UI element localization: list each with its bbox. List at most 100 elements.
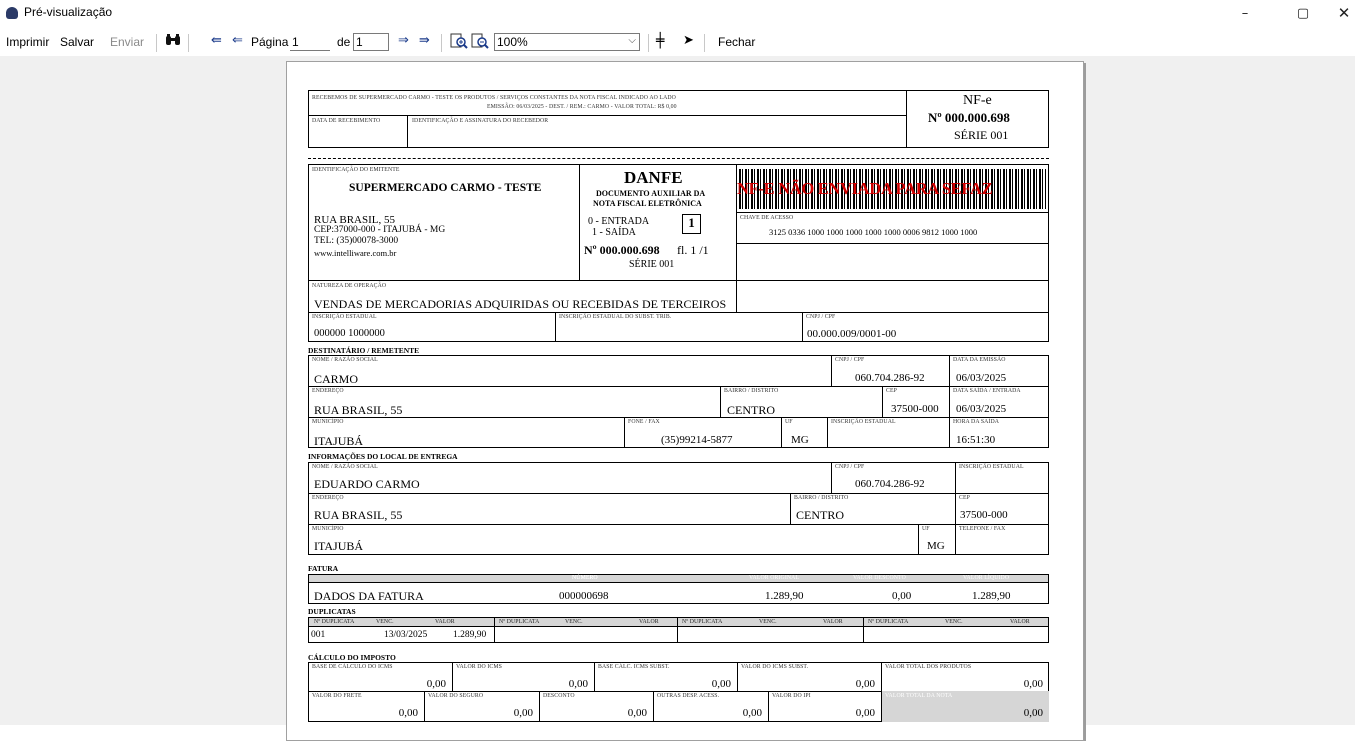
- tax-value: 0,00: [1023, 707, 1043, 719]
- zoom-in-icon[interactable]: [450, 33, 468, 53]
- delivery-address: RUA BRASIL, 55: [314, 508, 403, 522]
- page-label: Página: [251, 35, 289, 49]
- recipient-cep-label: CEP: [886, 388, 897, 394]
- receipt-nfe-number: Nº 000.000.698: [928, 110, 1010, 125]
- delivery-district-label: BAIRRO / DISTRITO: [794, 495, 849, 501]
- tax-label: VALOR DO SEGURO: [428, 693, 484, 699]
- invoice-original: 1.289,90: [765, 590, 804, 602]
- zoom-select[interactable]: 100% ⌵: [494, 33, 640, 51]
- tax-value: 0,00: [1023, 678, 1043, 690]
- ie-subst-label: INSCRIÇÃO ESTADUAL DO SUBST. TRIB.: [559, 314, 672, 320]
- recipient-district: CENTRO: [727, 403, 775, 417]
- recipient-name: CARMO: [314, 372, 359, 386]
- signature-label: IDENTIFICAÇÃO E ASSINATURA DO RECEBEDOR: [412, 118, 549, 124]
- send-button[interactable]: Enviar: [110, 35, 144, 49]
- close-window-button[interactable]: ✕: [1322, 0, 1355, 26]
- delivery-name: EDUARDO CARMO: [314, 477, 420, 491]
- emission-date: 06/03/2025: [956, 372, 1007, 384]
- emitter-cnpj-value: 00.000.009/0001-00: [807, 328, 897, 340]
- invoice-number: 000000698: [559, 590, 609, 602]
- nfe-label: NF-e: [963, 93, 992, 108]
- recipient-section-title: DESTINATÁRIO / REMETENTE: [308, 346, 420, 355]
- tax-value: 0,00: [711, 678, 731, 690]
- window-title: Pré-visualização: [24, 5, 113, 19]
- received-date-label: DATA DE RECEBIMENTO: [312, 118, 381, 124]
- tax-value: 0,00: [426, 678, 446, 690]
- delivery-city: ITAJUBÁ: [314, 539, 364, 553]
- maximize-button[interactable]: ▢: [1281, 0, 1325, 26]
- pointer-icon[interactable]: ➤: [683, 33, 694, 48]
- emitter-cnpj-label: CNPJ / CPF: [806, 314, 836, 320]
- duplicate-due: 13/03/2025: [384, 630, 428, 640]
- barcode-overlay-warning: NF-E NÃO ENVIADA PARA SEFAZ: [737, 179, 993, 198]
- receipt-summary: EMISSÃO: 06/03/2025 - DEST. / REM.: CARM…: [487, 104, 677, 110]
- ie-value: 000000 1000000: [314, 328, 385, 339]
- next-page-icon[interactable]: ⇒: [398, 33, 409, 48]
- exit-time: 16:51:30: [956, 434, 996, 446]
- duplicates-header-label: VALOR: [639, 619, 659, 625]
- move-icon[interactable]: ╪: [656, 33, 664, 49]
- tax-label: VALOR TOTAL DOS PRODUTOS: [885, 664, 972, 670]
- duplicates-header-label: VENC.: [945, 619, 963, 625]
- preview-area[interactable]: RECEBEMOS DE SUPERMERCADO CARMO - TESTE …: [0, 56, 1355, 741]
- emitter-section-label: IDENTIFICAÇÃO DO EMITENTE: [312, 167, 400, 173]
- delivery-ie-label: INSCRIÇÃO ESTADUAL: [959, 464, 1024, 470]
- save-label: Salvar: [60, 35, 95, 49]
- danfe-sheet: fl. 1 /1: [677, 243, 709, 257]
- tax-label: VALOR DO ICMS: [456, 664, 502, 670]
- recipient-uf-label: UF: [785, 419, 793, 425]
- delivery-cep-label: CEP: [959, 495, 970, 501]
- duplicates-header-label: Nº DUPLICATA: [499, 619, 540, 625]
- duplicates-header-label: VENC.: [565, 619, 583, 625]
- delivery-uf: MG: [927, 540, 945, 552]
- duplicates-header-label: VALOR: [1010, 619, 1030, 625]
- binoculars-icon[interactable]: [165, 33, 181, 51]
- tax-label: VALOR DO IPI: [772, 693, 811, 699]
- recipient-city-label: MUNICÍPIO: [312, 419, 344, 425]
- toolbar: Imprimir Salvar Enviar ⇚ ⇐ Página de ⇒ ⇛…: [0, 26, 1355, 68]
- recipient-ie-label: INSCRIÇÃO ESTADUAL: [831, 419, 896, 425]
- recipient-city: ITAJUBÁ: [314, 434, 364, 448]
- duplicates-section-title: DUPLICATAS: [308, 607, 356, 616]
- invoice-desc: DADOS DA FATURA: [314, 589, 424, 603]
- operation-nature-value: VENDAS DE MERCADORIAS ADQUIRIDAS OU RECE…: [314, 297, 727, 311]
- duplicates-header-label: VENC.: [376, 619, 394, 625]
- recipient-phone: (35)99214-5877: [661, 434, 733, 446]
- title-bar: Pré-visualização – ▢ ✕: [0, 0, 1355, 26]
- toolbar-separator: [704, 34, 705, 52]
- recipient-name-label: NOME / RAZÃO SOCIAL: [312, 357, 378, 363]
- duplicate-value: 1.289,90: [453, 630, 487, 640]
- delivery-section-title: INFORMAÇÕES DO LOCAL DE ENTREGA: [308, 452, 458, 461]
- tax-value: 0,00: [855, 678, 875, 690]
- access-key-label: CHAVE DE ACESSO: [740, 215, 794, 221]
- print-label: Imprimir: [6, 35, 50, 49]
- duplicate-number: 001: [311, 630, 326, 640]
- zoom-value: 100%: [497, 35, 528, 49]
- first-page-icon[interactable]: ⇚: [211, 33, 222, 48]
- receipt-text: RECEBEMOS DE SUPERMERCADO CARMO - TESTE …: [312, 95, 676, 101]
- invoice-discount: 0,00: [892, 590, 912, 602]
- print-button[interactable]: Imprimir: [6, 35, 49, 49]
- recipient-phone-label: FONE / FAX: [628, 419, 660, 425]
- tax-label: VALOR DO ICMS SUBST.: [741, 664, 809, 670]
- save-button[interactable]: Salvar: [60, 35, 94, 49]
- recipient-district-label: BAIRRO / DISTRITO: [724, 388, 779, 394]
- close-preview-button[interactable]: Fechar: [718, 35, 755, 49]
- delivery-uf-label: UF: [922, 526, 930, 532]
- recipient-cnpj-label: CNPJ / CPF: [835, 357, 865, 363]
- invoice-section-title: FATURA: [308, 564, 339, 573]
- tax-label: VALOR DO FRETE: [312, 693, 362, 699]
- duplicates-header-label: Nº DUPLICATA: [682, 619, 723, 625]
- invoice-net-label: VALOR LÍQUIDO: [963, 575, 1010, 581]
- duplicates-header-label: VALOR: [823, 619, 843, 625]
- page-number-input[interactable]: [290, 33, 330, 51]
- delivery-city-label: MUNICÍPIO: [312, 526, 344, 532]
- emitter-name: SUPERMERCADO CARMO - TESTE: [349, 182, 542, 194]
- last-page-icon[interactable]: ⇛: [419, 33, 430, 48]
- previous-page-icon[interactable]: ⇐: [232, 33, 243, 48]
- toolbar-separator: [441, 34, 442, 52]
- delivery-name-label: NOME / RAZÃO SOCIAL: [312, 464, 378, 470]
- duplicates-header-label: VALOR: [435, 619, 455, 625]
- zoom-out-icon[interactable]: [471, 33, 489, 53]
- minimize-button[interactable]: –: [1223, 0, 1267, 26]
